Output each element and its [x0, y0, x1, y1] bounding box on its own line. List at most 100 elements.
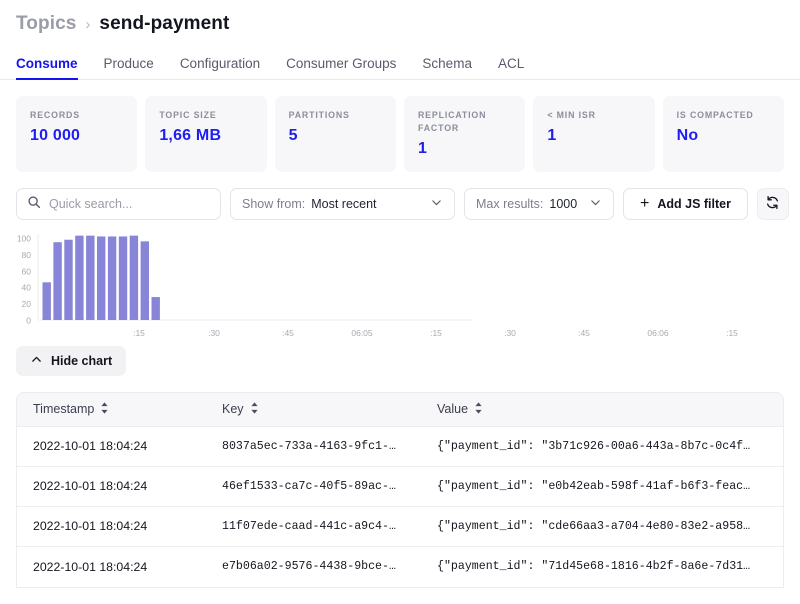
page-title: send-payment: [99, 13, 230, 34]
stat-value: 10 000: [30, 126, 81, 144]
y-axis-tick: 100: [17, 233, 31, 243]
chevron-down-icon: [430, 196, 443, 212]
column-header-label: Timestamp: [33, 402, 95, 416]
stat-value: No: [676, 126, 699, 144]
x-axis-tick: :15: [133, 328, 145, 338]
column-header-timestamp[interactable]: Timestamp: [17, 401, 222, 417]
y-axis-tick: 0: [26, 315, 31, 325]
sort-icon[interactable]: [250, 401, 259, 417]
stat-card-replication-factor: REPLICATION FACTOR 1: [403, 96, 526, 172]
cell-value: {"payment_id": "e0b42eab-598f-41af-b6f3-…: [437, 479, 751, 493]
column-header-label: Value: [437, 402, 469, 416]
tab-acl[interactable]: ACL: [485, 56, 537, 79]
messages-table: Timestamp Key Value 2022-10-01 18:04:24 803…: [16, 391, 784, 588]
y-axis-tick: 40: [22, 282, 32, 292]
hide-chart-button[interactable]: Hide chart: [16, 345, 127, 376]
breadcrumb: Topics › send-payment: [0, 0, 800, 38]
tab-consumer-groups[interactable]: Consumer Groups: [273, 56, 409, 79]
y-axis-tick: 20: [22, 299, 32, 309]
stat-card-records: RECORDS 10 000: [16, 96, 138, 172]
stat-card-topic-size: TOPIC SIZE 1,66 MB: [145, 96, 267, 172]
cell-value: {"payment_id": "cde66aa3-a704-4e80-83e2-…: [437, 519, 751, 533]
stat-card-min-isr: < MIN ISR 1: [533, 96, 655, 172]
cell-timestamp: 2022-10-01 18:04:24: [33, 479, 148, 493]
cell-timestamp: 2022-10-01 18:04:24: [33, 439, 148, 453]
column-header-value[interactable]: Value: [437, 401, 783, 417]
table-row[interactable]: 2022-10-01 18:04:24 46ef1533-ca7c-40f5-89…: [17, 467, 783, 507]
hide-chart-label: Hide chart: [51, 353, 113, 368]
column-header-key[interactable]: Key: [222, 401, 437, 417]
cell-key: 46ef1533-ca7c-40f5-89ac-…: [222, 479, 396, 493]
chevron-down-icon: [589, 196, 602, 212]
bar[interactable]: [151, 296, 160, 320]
stat-value: 5: [288, 126, 298, 144]
cell-key: 11f07ede-caad-441c-a9c4-…: [222, 519, 396, 533]
x-axis-tick: 06:06: [647, 328, 669, 338]
y-axis-tick: 60: [22, 266, 32, 276]
cell-key: e7b06a02-9576-4438-9bce-…: [222, 560, 396, 573]
add-js-filter-label: Add JS filter: [657, 196, 731, 211]
search-placeholder: Quick search...: [49, 196, 133, 211]
table-row[interactable]: 2022-10-01 18:04:24 11f07ede-caad-441c-a9…: [17, 507, 783, 547]
table-row[interactable]: 2022-10-01 18:04:24 8037a5ec-733a-4163-9f…: [17, 427, 783, 467]
bar[interactable]: [107, 235, 117, 320]
x-axis-tick: :30: [504, 328, 516, 338]
cell-value: {"payment_id": "71d45e68-1816-4b2f-8a6e-…: [437, 560, 751, 573]
bar[interactable]: [129, 235, 139, 320]
stat-label: PARTITIONS: [288, 110, 350, 120]
bar[interactable]: [140, 240, 149, 320]
bar[interactable]: [118, 235, 128, 320]
histogram-svg: 0 20 40 60 80 100:15:30:45 06:05:15:30:45 06:06…: [17, 233, 738, 338]
plus-icon: +: [640, 194, 650, 212]
x-axis-tick: :15: [726, 328, 738, 338]
tab-consume[interactable]: Consume: [16, 56, 91, 80]
cell-timestamp: 2022-10-01 18:04:24: [33, 559, 148, 574]
bar[interactable]: [86, 235, 95, 320]
cell-timestamp: 2022-10-01 18:04:24: [33, 519, 148, 533]
x-axis-tick: 06:05: [351, 328, 373, 338]
max-results-select[interactable]: Max results: 1000: [464, 187, 614, 220]
stat-value: 1: [417, 139, 428, 157]
stat-card-is-compacted: IS COMPACTED No: [662, 96, 784, 172]
consume-toolbar: Quick search... Show from: Most recent M…: [0, 172, 800, 220]
stat-label: REPLICATION FACTOR: [417, 110, 487, 133]
show-from-select[interactable]: Show from: Most recent: [230, 187, 455, 220]
stat-value: 1,66 MB: [159, 126, 222, 144]
bar[interactable]: [53, 241, 62, 320]
refresh-button[interactable]: [756, 187, 789, 220]
x-axis-tick: :45: [282, 328, 294, 338]
search-input[interactable]: Quick search...: [16, 187, 221, 220]
bar[interactable]: [42, 281, 51, 320]
tab-produce[interactable]: Produce: [91, 56, 167, 79]
cell-key: 8037a5ec-733a-4163-9fc1-…: [222, 439, 396, 453]
cell-value: {"payment_id": "3b71c926-00a6-443a-8b7c-…: [437, 439, 751, 453]
search-icon: [27, 195, 41, 212]
breadcrumb-topics-link[interactable]: Topics: [16, 13, 76, 35]
sort-icon[interactable]: [100, 401, 109, 417]
bar[interactable]: [64, 239, 73, 320]
bar[interactable]: [75, 235, 84, 320]
refresh-icon: [765, 195, 780, 213]
max-results-value: 1000: [549, 196, 578, 211]
x-axis-tick: :45: [578, 328, 590, 338]
stat-label: IS COMPACTED: [676, 110, 754, 120]
stat-label: < MIN ISR: [547, 110, 596, 120]
breadcrumb-separator-icon: ›: [85, 15, 91, 33]
sort-icon[interactable]: [474, 401, 483, 417]
show-from-value: Most recent: [311, 196, 377, 211]
stat-card-partitions: PARTITIONS 5: [274, 96, 396, 172]
stat-label: RECORDS: [30, 110, 80, 120]
stat-value: 1: [547, 126, 557, 144]
y-axis-tick: 80: [22, 249, 32, 259]
stat-label: TOPIC SIZE: [159, 110, 217, 120]
topic-consume-page: Topics › send-payment Consume Produce Conf…: [0, 0, 800, 604]
tab-configuration[interactable]: Configuration: [167, 56, 273, 79]
table-row[interactable]: 2022-10-01 18:04:24 e7b06a02-9576-4438-9b…: [17, 547, 783, 587]
chevron-up-icon: [30, 353, 43, 369]
bar[interactable]: [97, 235, 106, 320]
add-js-filter-button[interactable]: + Add JS filter: [623, 187, 748, 220]
column-header-label: Key: [222, 402, 244, 416]
show-from-label: Show from:: [242, 196, 306, 211]
stat-cards: RECORDS 10 000 TOPIC SIZE 1,66 MB PARTITIONS…: [0, 80, 800, 172]
tab-schema[interactable]: Schema: [409, 56, 485, 79]
